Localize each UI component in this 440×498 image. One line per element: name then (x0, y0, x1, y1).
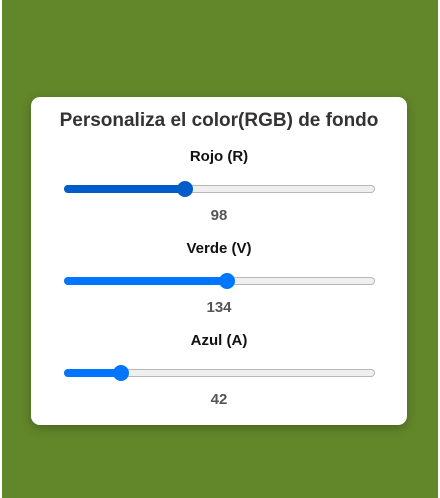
card-title: Personaliza el color(RGB) de fondo (59, 110, 379, 131)
green-slider-thumb[interactable] (219, 273, 236, 289)
red-slider-label: Rojo (R) (189, 148, 249, 165)
blue-slider[interactable] (64, 365, 375, 381)
green-value: 134 (206, 299, 232, 316)
green-slider[interactable] (64, 273, 375, 289)
red-value: 98 (210, 207, 228, 224)
red-slider-thumb[interactable] (177, 181, 194, 197)
blue-value: 42 (210, 391, 228, 408)
green-slider-fill (64, 277, 228, 285)
color-picker-card: Personaliza el color(RGB) de fondo Rojo … (31, 97, 407, 425)
red-slider-fill (64, 185, 186, 193)
blue-slider-thumb[interactable] (112, 365, 129, 381)
window-edge-left (0, 0, 2, 498)
red-slider[interactable] (64, 181, 375, 197)
blue-slider-label: Azul (A) (190, 332, 248, 349)
green-slider-label: Verde (V) (186, 240, 252, 257)
